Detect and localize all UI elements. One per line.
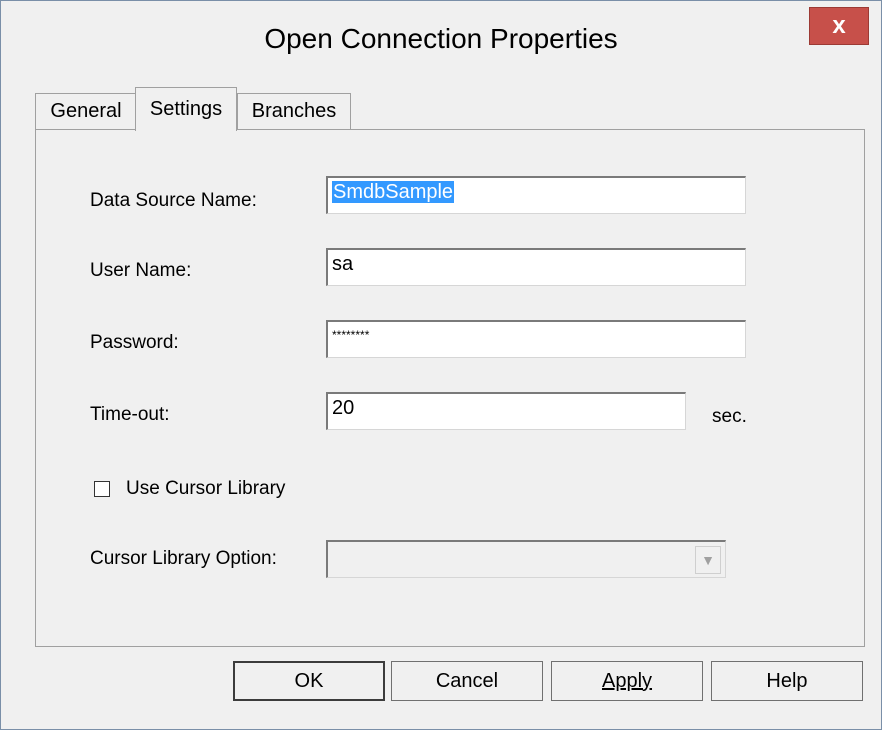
window-title: Open Connection Properties [264, 23, 618, 54]
tab-settings-label: Settings [149, 98, 223, 120]
close-icon: x [832, 12, 846, 39]
timeout-field[interactable]: 20 [326, 392, 686, 430]
help-button[interactable]: Help [711, 661, 863, 701]
tab-general[interactable]: General [35, 93, 137, 129]
close-button[interactable]: x [809, 7, 869, 45]
data-source-field[interactable]: SmdbSample [326, 176, 746, 214]
data-source-value: SmdbSample [332, 181, 455, 203]
timeout-label: Time-out: [90, 404, 170, 425]
dialog-window: Open Connection Properties x General Set… [0, 0, 882, 730]
cancel-button-label: Cancel [435, 669, 499, 692]
cancel-button[interactable]: Cancel [391, 661, 543, 701]
ok-button-label: OK [294, 669, 324, 692]
tab-branches[interactable]: Branches [237, 93, 351, 129]
settings-panel: Data Source Name: SmdbSample User Name: … [35, 129, 865, 647]
apply-button[interactable]: Apply [551, 661, 703, 701]
user-name-field[interactable]: sa [326, 248, 746, 286]
title-bar[interactable]: Open Connection Properties x [1, 1, 881, 79]
tab-branches-label: Branches [251, 100, 337, 122]
timeout-value: 20 [332, 397, 355, 419]
use-cursor-library-label[interactable]: Use Cursor Library [126, 478, 285, 500]
password-value: ******** [332, 328, 370, 342]
help-button-label: Help [766, 669, 808, 692]
user-name-label: User Name: [90, 260, 192, 281]
cursor-library-option-select: ▼ [326, 540, 726, 578]
tab-general-label: General [50, 100, 122, 122]
data-source-label: Data Source Name: [90, 190, 257, 211]
user-name-value: sa [332, 253, 354, 275]
timeout-unit: sec. [712, 406, 747, 427]
password-field[interactable]: ******** [326, 320, 746, 358]
password-label: Password: [90, 332, 179, 353]
tab-settings[interactable]: Settings [135, 87, 237, 131]
apply-button-label: Apply [601, 669, 653, 692]
ok-button[interactable]: OK [233, 661, 385, 701]
chevron-down-icon: ▼ [695, 546, 721, 574]
cursor-library-option-label: Cursor Library Option: [90, 548, 277, 569]
use-cursor-library-checkbox[interactable] [94, 481, 110, 497]
